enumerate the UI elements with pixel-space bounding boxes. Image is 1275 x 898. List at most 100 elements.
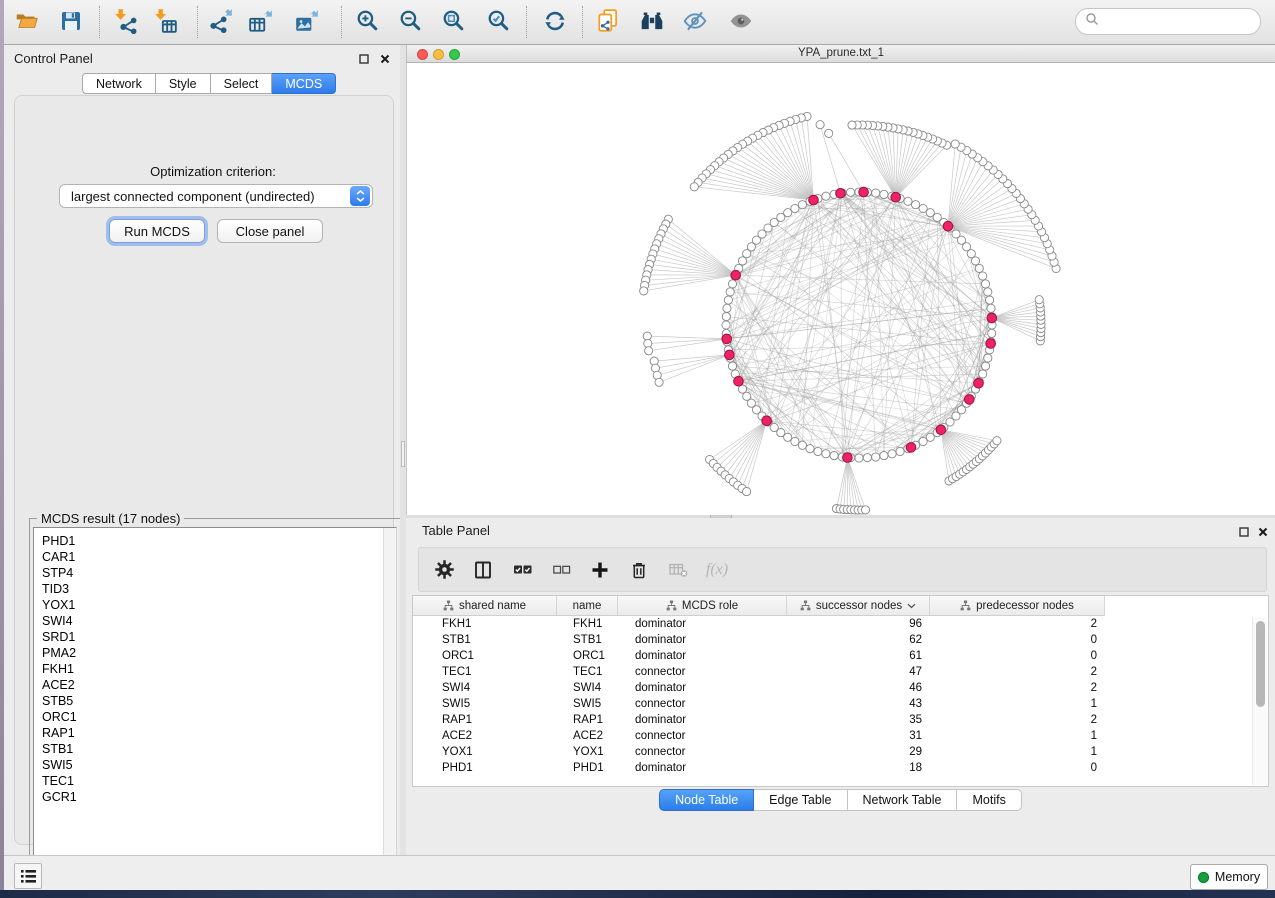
network-node[interactable] [872,189,880,197]
tab-style[interactable]: Style [156,73,211,94]
float-panel-icon[interactable] [1237,525,1250,538]
network-node[interactable] [726,288,734,296]
network-node[interactable] [979,272,987,280]
network-from-selection-button[interactable] [590,5,626,41]
table-row[interactable]: SWI4SWI4dominator462 [413,680,1252,696]
network-node[interactable] [728,280,736,288]
network-node[interactable] [655,378,663,386]
open-button[interactable] [9,5,45,41]
zoom-fit-button[interactable] [435,5,471,41]
network-node[interactable] [975,264,983,272]
import-network-button[interactable] [107,5,143,41]
network-node-selected[interactable] [906,443,916,453]
network-node-selected[interactable] [731,270,741,280]
network-node[interactable] [690,183,698,191]
network-node[interactable] [645,347,653,355]
network-node-selected[interactable] [809,195,819,205]
network-node[interactable] [722,321,730,329]
table-row[interactable]: PHD1PHD1dominator180 [413,760,1252,776]
column-header-shared-name[interactable]: shared name [413,596,557,616]
hide-selected-button[interactable] [677,5,713,41]
network-view-canvas[interactable] [406,63,1275,515]
network-node[interactable] [981,362,989,370]
network-node[interactable] [1035,296,1043,304]
tab-select[interactable]: Select [211,73,273,94]
first-neighbors-button[interactable] [634,5,670,41]
table-row[interactable]: RAP1RAP1dominator352 [413,712,1252,728]
table-row[interactable]: ACE2ACE2connector311 [413,728,1252,744]
network-node[interactable] [816,121,824,129]
network-node-selected[interactable] [762,416,772,426]
refresh-button[interactable] [537,5,573,41]
float-panel-icon[interactable] [357,52,370,65]
network-node[interactable] [971,257,979,265]
network-node[interactable] [888,450,896,458]
table-scrollbar[interactable] [1252,617,1267,785]
network-node[interactable] [728,362,736,370]
table-row[interactable]: STB1STB1dominator620 [413,632,1252,648]
scrollbar-thumb[interactable] [1256,621,1265,707]
import-table-button[interactable] [147,5,183,41]
network-node-selected[interactable] [725,350,735,360]
zoom-out-button[interactable] [392,5,428,41]
network-node-selected[interactable] [891,192,901,202]
network-node[interactable] [863,454,871,462]
export-table-button[interactable] [243,5,279,41]
column-header-name[interactable]: name [557,596,618,616]
mcds-result-list[interactable]: PHD1CAR1STP4TID3YOX1SWI4SRD1PMA2FKH1ACE2… [33,527,397,885]
network-node[interactable] [984,354,992,362]
network-node[interactable] [848,121,856,129]
zoom-selected-button[interactable] [480,5,516,41]
table-settings-button[interactable] [433,559,455,581]
network-node[interactable] [847,188,855,196]
save-button[interactable] [53,5,89,41]
select-all-button[interactable] [511,559,533,581]
table-row[interactable]: TEC1TEC1connector472 [413,664,1252,680]
network-node-selected[interactable] [987,313,997,323]
criterion-select[interactable]: largest connected component (undirected) [59,184,373,208]
close-panel-button[interactable]: Close panel [217,219,323,243]
network-node[interactable] [904,197,912,205]
network-node[interactable] [723,304,731,312]
tab-edge-table[interactable]: Edge Table [754,789,847,811]
column-header-MCDS-role[interactable]: MCDS role [618,596,787,616]
network-window-titlebar[interactable]: YPA_prune.txt_1 [406,45,1275,63]
table-row[interactable]: SWI5SWI5connector431 [413,696,1252,712]
network-node-selected[interactable] [986,339,996,349]
network-node[interactable] [896,447,904,455]
network-node[interactable] [993,437,1001,445]
run-mcds-button[interactable]: Run MCDS [109,219,205,243]
network-node[interactable] [825,129,833,137]
network-node-selected[interactable] [936,425,946,435]
deselect-all-button[interactable] [550,559,572,581]
network-node[interactable] [640,287,648,295]
delete-selected-button[interactable] [628,559,650,581]
search-box[interactable] [1075,8,1261,35]
table-row[interactable]: YOX1YOX1connector291 [413,744,1252,760]
network-node[interactable] [951,140,959,148]
table-row[interactable]: FKH1FKH1dominator962 [413,616,1252,632]
add-column-button[interactable] [589,559,611,581]
memory-button[interactable]: Memory [1190,864,1268,890]
network-node[interactable] [822,450,830,458]
network-node[interactable] [830,452,838,460]
column-header-predecessor-nodes[interactable]: predecessor nodes [930,596,1105,616]
zoom-in-button[interactable] [349,5,385,41]
network-node[interactable] [988,329,996,337]
close-panel-icon[interactable] [1256,525,1269,538]
column-header-successor-nodes[interactable]: successor nodes [787,596,930,616]
export-image-button[interactable] [289,5,325,41]
network-node-selected[interactable] [943,221,953,231]
network-node[interactable] [986,296,994,304]
tab-network-table[interactable]: Network Table [848,789,958,811]
network-node[interactable] [806,445,814,453]
network-node[interactable] [880,452,888,460]
tab-motifs[interactable]: Motifs [957,789,1021,811]
network-node[interactable] [919,437,927,445]
network-node-selected[interactable] [722,334,732,344]
table-row[interactable]: ORC1ORC1dominator610 [413,648,1252,664]
network-node[interactable] [791,204,799,212]
show-all-button[interactable] [723,5,759,41]
network-node[interactable] [724,296,732,304]
network-node[interactable] [798,441,806,449]
